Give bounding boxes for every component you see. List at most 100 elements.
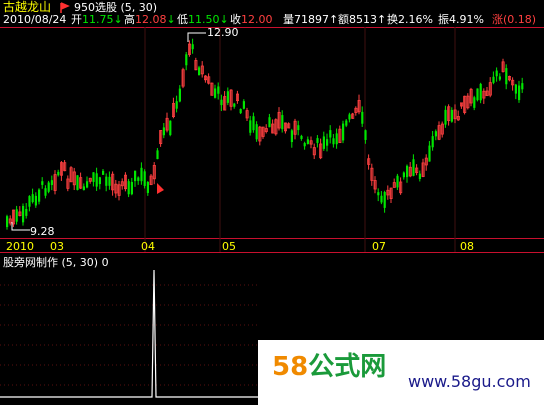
candle-body <box>450 109 453 122</box>
candle-body <box>76 175 79 190</box>
candle-body <box>434 131 437 137</box>
watermark-brand-num: 58 <box>272 352 309 382</box>
time-axis-label: 05 <box>222 240 236 253</box>
candle-body <box>345 120 348 126</box>
candle-body <box>130 181 133 195</box>
candle-body <box>25 208 28 216</box>
candle-body <box>38 189 41 202</box>
time-axis-label: 2010 <box>6 240 34 253</box>
candle-body <box>31 194 34 203</box>
candle-body <box>431 136 434 148</box>
candle-body <box>108 176 111 186</box>
watermark-brand-text: 公式网 <box>308 352 387 382</box>
candle-body <box>505 68 508 85</box>
candle-body <box>342 123 345 141</box>
candle-body <box>127 181 130 195</box>
candle-body <box>306 139 309 144</box>
candle-body <box>428 145 431 162</box>
time-axis-label: 08 <box>460 240 474 253</box>
candle-body <box>300 135 303 140</box>
candle-body <box>175 101 178 109</box>
candle-body <box>316 138 319 143</box>
indicator-title: 股旁网制作 (5, 30) 0 <box>3 256 109 269</box>
candle-body <box>326 139 329 146</box>
candle-body <box>444 109 447 125</box>
candle-body <box>92 172 95 182</box>
candle-body <box>178 88 181 102</box>
candle-body <box>185 54 188 66</box>
candle-body <box>82 186 85 191</box>
max-price-annotation: 12.90 <box>207 26 239 39</box>
candle-body <box>162 127 165 136</box>
candle-body <box>6 216 9 228</box>
candle-body <box>220 99 223 106</box>
candle-body <box>137 177 140 181</box>
candle-body <box>332 138 335 145</box>
watermark-box: 58公式网 www.58gu.com <box>258 340 544 405</box>
candle-body <box>383 192 386 208</box>
candle-body <box>134 170 137 182</box>
candle-body <box>146 182 149 193</box>
candle-body <box>226 91 229 103</box>
candle-body <box>518 85 521 101</box>
candle-body <box>86 181 89 188</box>
candle-body <box>492 76 495 83</box>
candle-body <box>47 182 50 192</box>
candle-body <box>169 120 172 135</box>
candle-body <box>233 103 236 107</box>
candle-body <box>95 173 98 187</box>
buy-signal-icon <box>157 183 164 194</box>
time-axis-label: 07 <box>372 240 386 253</box>
candle-body <box>290 130 293 143</box>
candle-body <box>28 196 31 207</box>
candle-body <box>239 108 242 114</box>
candle-body <box>217 86 220 94</box>
candle-body <box>495 70 498 77</box>
candle-body <box>102 170 105 175</box>
candle-body <box>322 136 325 149</box>
candle-body <box>15 209 18 222</box>
min-price-annotation: 9.28 <box>30 225 55 238</box>
candle-body <box>514 84 517 94</box>
candle-body <box>348 114 351 120</box>
candle-body <box>191 44 194 50</box>
candle-body <box>364 130 367 140</box>
watermark-brand: 58公式网 <box>272 352 386 382</box>
candle-body <box>252 116 255 131</box>
candle-body <box>156 150 159 160</box>
candle-body <box>479 83 482 101</box>
candle-body <box>396 175 399 188</box>
candle-body <box>105 176 108 186</box>
candle-body <box>255 124 258 140</box>
indicator-signal-line <box>0 269 258 398</box>
candle-body <box>380 195 383 203</box>
candle-body <box>473 97 476 108</box>
candle-body <box>281 115 284 130</box>
time-axis-label: 03 <box>50 240 64 253</box>
time-axis-label: 04 <box>141 240 155 253</box>
candle-body <box>50 180 53 186</box>
candle-body <box>335 133 338 145</box>
candle-body <box>140 167 143 182</box>
candle-body <box>249 120 252 133</box>
candle-body <box>198 67 201 76</box>
candle-body <box>521 83 524 90</box>
candle-body <box>34 195 37 206</box>
candle-body <box>57 171 60 176</box>
candle-body <box>329 130 332 138</box>
candle-body <box>361 111 364 124</box>
candle-body <box>412 159 415 176</box>
max-pointer <box>187 32 206 42</box>
candle-body <box>268 117 271 128</box>
candle-body <box>498 76 501 80</box>
candle-body <box>377 192 380 196</box>
candle-body <box>214 88 217 98</box>
candle-body <box>98 177 101 185</box>
candle-body <box>143 171 146 186</box>
candle-body <box>297 125 300 131</box>
candle-body <box>41 181 44 185</box>
candle-body <box>402 172 405 178</box>
candle-body <box>418 173 421 179</box>
candle-body <box>303 143 306 147</box>
candle-body <box>242 101 245 109</box>
